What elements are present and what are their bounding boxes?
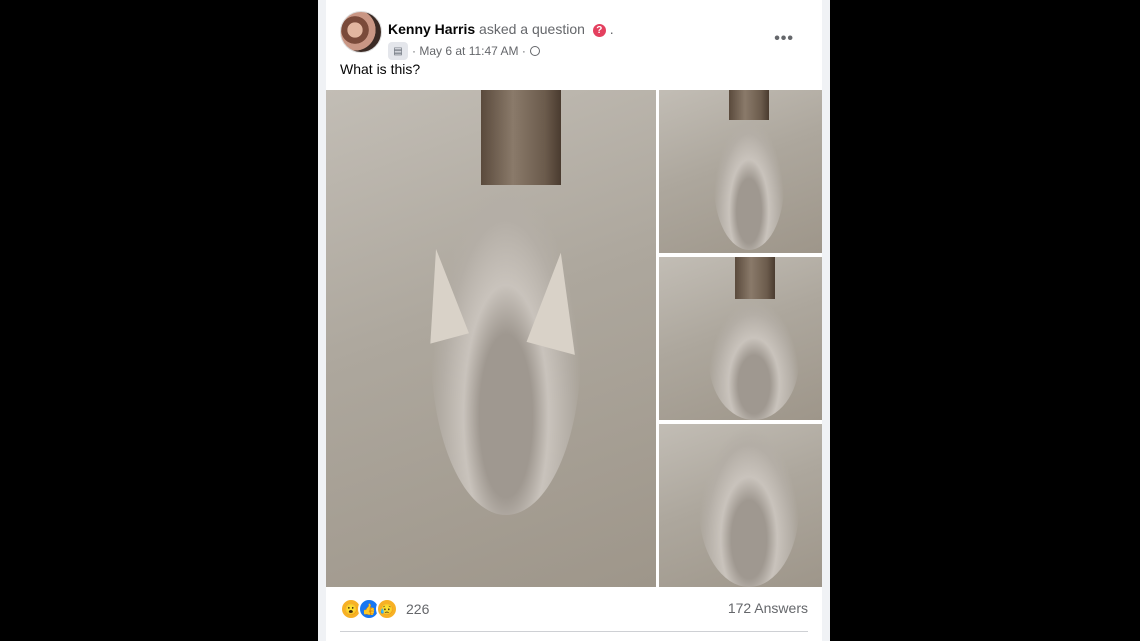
meta-separator: · xyxy=(412,44,416,58)
thumbnail-photo-3[interactable] xyxy=(659,424,822,587)
group-icon: ▤ xyxy=(388,42,408,60)
avatar[interactable] xyxy=(340,11,382,53)
sea-creature xyxy=(714,120,784,250)
facebook-post: Kenny Harris asked a question ? . ▤ · Ma… xyxy=(326,0,822,641)
post-timestamp[interactable]: May 6 at 11:47 AM xyxy=(419,44,518,58)
main-photo[interactable] xyxy=(326,90,656,587)
wooden-post xyxy=(729,90,769,120)
post-caption: What is this? xyxy=(340,61,421,77)
globe-icon xyxy=(529,46,540,56)
sad-icon: 😥 xyxy=(376,598,398,620)
question-icon: ? xyxy=(592,23,606,37)
wooden-post xyxy=(481,90,561,185)
sea-creature xyxy=(709,302,799,420)
reactions-summary[interactable]: 😮 👍 😥 226 xyxy=(340,598,429,620)
answers-count[interactable]: 172 Answers xyxy=(728,600,808,616)
thumbnail-photo-2[interactable] xyxy=(659,257,822,420)
trailing-dot: . xyxy=(609,21,614,37)
photo-grid xyxy=(326,90,822,587)
post-title-line: Kenny Harris asked a question ? . xyxy=(388,21,614,37)
author-name[interactable]: Kenny Harris xyxy=(388,21,475,37)
more-options-icon[interactable]: ••• xyxy=(774,30,794,48)
post-footer: 😮 👍 😥 226 172 Answers xyxy=(340,598,808,622)
wooden-post xyxy=(735,257,775,299)
sea-creature xyxy=(699,429,799,587)
reaction-count[interactable]: 226 xyxy=(406,601,429,617)
post-action-text: asked a question xyxy=(479,21,585,37)
meta-separator-2: · xyxy=(521,44,526,58)
post-header: Kenny Harris asked a question ? . ▤ · Ma… xyxy=(340,11,810,60)
footer-divider xyxy=(340,631,808,632)
post-meta: ▤ · May 6 at 11:47 AM · xyxy=(388,42,540,60)
thumbnail-photo-1[interactable] xyxy=(659,90,822,253)
